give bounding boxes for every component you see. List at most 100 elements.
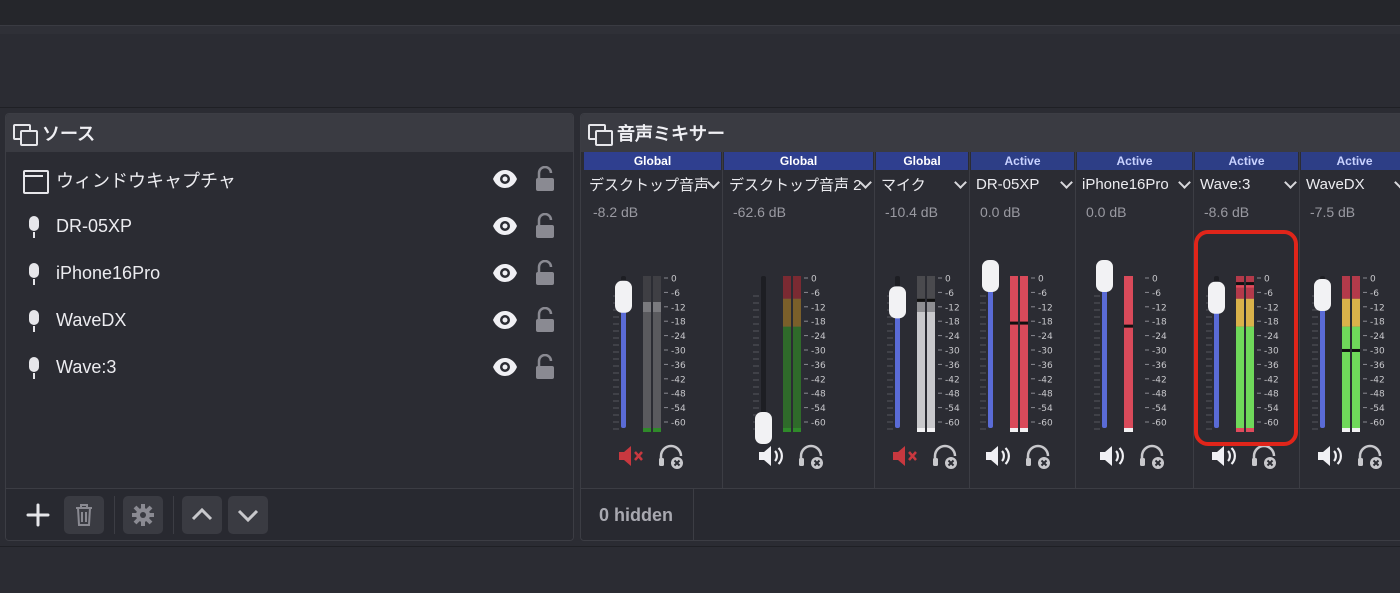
source-item[interactable]: Wave:3 <box>6 344 573 391</box>
scale-label: 0 <box>1370 275 1376 285</box>
level-meter-zone <box>793 298 801 327</box>
peak-hold-marker <box>917 298 925 302</box>
scale-label: -54 <box>671 404 686 414</box>
source-item[interactable]: ウィンドウキャプチャ <box>6 156 573 203</box>
dock-float-icon[interactable] <box>12 122 38 146</box>
scale-label: -24 <box>945 332 960 342</box>
scale-label: -60 <box>1370 419 1385 429</box>
scale-label: -24 <box>671 332 686 342</box>
scale-label: -42 <box>945 375 960 385</box>
monitor-off-icon[interactable] <box>797 442 825 470</box>
level-meter-zone <box>783 298 791 327</box>
level-meter-inactive <box>653 276 661 302</box>
level-meter-inactive <box>653 302 661 312</box>
channel-name-dropdown[interactable]: デスクトップ音声 2 <box>723 170 874 198</box>
channel-controls <box>1076 442 1194 472</box>
channel-volume-db: 0.0 dB <box>1086 204 1127 220</box>
channel-name-dropdown[interactable]: マイク <box>875 170 969 198</box>
channel-name: DR-05XP <box>976 175 1040 193</box>
scale-label: -60 <box>1038 419 1053 429</box>
dock-float-icon[interactable] <box>587 122 613 146</box>
lock-icon[interactable] <box>534 166 556 192</box>
move-source-up-button[interactable] <box>182 495 222 534</box>
visibility-eye-icon[interactable] <box>492 262 518 284</box>
source-properties-button[interactable] <box>123 495 163 534</box>
monitor-off-icon[interactable] <box>1356 442 1384 470</box>
mixer-channel: Active DR-05XP 0.0 dB 0 -6 -12 -18 -24 -30 -36 -42… <box>970 152 1076 488</box>
channel-name-dropdown[interactable]: Wave:3 <box>1194 170 1299 198</box>
chevron-down-icon <box>1284 176 1297 189</box>
speaker-muted-icon[interactable] <box>891 442 919 470</box>
top-toolbar-strip <box>0 26 1400 34</box>
speaker-icon[interactable] <box>984 442 1012 470</box>
channel-controls <box>970 442 1076 472</box>
lock-icon[interactable] <box>534 307 556 333</box>
scale-label: -6 <box>811 289 820 299</box>
scale-label: 0 <box>671 275 677 285</box>
volume-fader-handle[interactable] <box>1096 260 1113 292</box>
fader-fill <box>988 276 993 428</box>
scale-label: -42 <box>671 375 686 385</box>
visibility-eye-icon[interactable] <box>492 168 518 190</box>
channel-volume-db: -8.2 dB <box>593 204 639 220</box>
microphone-icon <box>22 356 46 380</box>
speaker-muted-icon[interactable] <box>617 442 645 470</box>
preview-area <box>0 34 1400 108</box>
speaker-icon[interactable] <box>1098 442 1126 470</box>
clip-indicator <box>793 428 801 432</box>
speaker-icon[interactable] <box>757 442 785 470</box>
channel-volume-db: -10.4 dB <box>885 204 938 220</box>
source-item[interactable]: DR-05XP <box>6 203 573 250</box>
clip-indicator <box>917 428 925 432</box>
scale-label: -48 <box>1038 390 1053 400</box>
scale-label: -6 <box>671 289 680 299</box>
remove-source-button[interactable] <box>64 495 104 534</box>
mixer-channels: Global デスクトップ音声 -8.2 dB 0 -6 -12 -18 -24 -30 -36 -… <box>581 152 1400 488</box>
scale-label: -12 <box>1038 303 1053 313</box>
lock-icon[interactable] <box>534 213 556 239</box>
move-source-down-button[interactable] <box>228 495 268 534</box>
speaker-icon[interactable] <box>1316 442 1344 470</box>
volume-fader-handle[interactable] <box>982 260 999 292</box>
monitor-off-icon[interactable] <box>931 442 959 470</box>
scale-label: -24 <box>1152 332 1167 342</box>
visibility-eye-icon[interactable] <box>492 309 518 331</box>
source-item[interactable]: WaveDX <box>6 297 573 344</box>
mixer-dock-header[interactable]: 音声ミキサー <box>581 114 1400 152</box>
speaker-icon[interactable] <box>1210 442 1238 470</box>
channel-scope-tag: Active <box>971 152 1074 170</box>
visibility-eye-icon[interactable] <box>492 356 518 378</box>
channel-name-dropdown[interactable]: DR-05XP <box>970 170 1075 198</box>
source-item[interactable]: iPhone16Pro <box>6 250 573 297</box>
monitor-off-icon[interactable] <box>1024 442 1052 470</box>
status-bar <box>0 546 1400 593</box>
lock-icon[interactable] <box>534 354 556 380</box>
lock-icon[interactable] <box>534 260 556 286</box>
volume-fader-handle[interactable] <box>1314 279 1331 311</box>
channel-fader-meter: 0 -6 -12 -18 -24 -30 -36 -42 -48 -54 -60 <box>887 275 960 432</box>
scale-label: -30 <box>811 347 826 357</box>
channel-scope-tag: Active <box>1301 152 1400 170</box>
channel-name-dropdown[interactable]: WaveDX <box>1300 170 1400 198</box>
mixer-channel: Active iPhone16Pro 0.0 dB 0 -6 -12 -18 -24 -30 -3… <box>1076 152 1194 488</box>
peak-hold-marker <box>1010 321 1018 325</box>
hidden-channels-button[interactable]: 0 hidden <box>581 488 695 540</box>
channel-name-dropdown[interactable]: デスクトップ音声 <box>583 170 722 198</box>
add-source-button[interactable] <box>18 496 58 534</box>
scale-label: 0 <box>1152 275 1158 285</box>
level-meter-zone <box>1352 276 1360 299</box>
sources-dock: ソース ウィンドウキャプチャ DR-05XP iPhone16Pro WaveDX Wa… <box>5 113 574 541</box>
channel-controls <box>1300 442 1400 472</box>
monitor-off-icon[interactable] <box>1250 442 1278 470</box>
volume-fader-handle[interactable] <box>755 412 772 444</box>
volume-fader-handle[interactable] <box>889 286 906 319</box>
channel-name-dropdown[interactable]: iPhone16Pro <box>1076 170 1193 198</box>
visibility-eye-icon[interactable] <box>492 215 518 237</box>
scale-label: -18 <box>1038 318 1053 328</box>
volume-fader-handle[interactable] <box>615 280 632 313</box>
clip-indicator <box>1010 428 1018 432</box>
mixer-title: 音声ミキサー <box>617 124 725 144</box>
monitor-off-icon[interactable] <box>657 442 685 470</box>
sources-dock-header[interactable]: ソース <box>6 114 573 152</box>
monitor-off-icon[interactable] <box>1138 442 1166 470</box>
